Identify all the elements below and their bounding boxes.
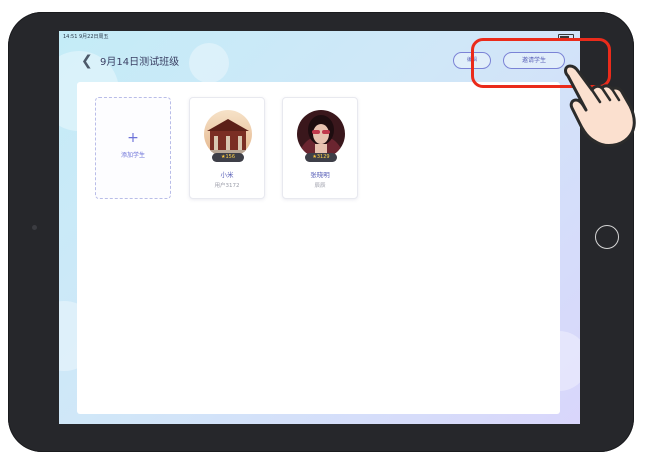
front-camera (32, 225, 37, 230)
page-title: 9月14日测试班级 (100, 57, 180, 68)
add-student-card[interactable]: + 添加学生 (95, 97, 171, 199)
hand-pointer-icon (556, 62, 642, 154)
student-card[interactable]: ★156 小米 用户3172 (189, 97, 265, 199)
back-chevron-icon[interactable]: ❮ (81, 54, 93, 68)
student-name: 小米 (220, 171, 234, 179)
status-time-date: 14:51 9月22日周五 (63, 34, 109, 40)
student-username: 用户3172 (214, 183, 240, 189)
avatar (297, 110, 345, 158)
add-student-label: 添加学生 (120, 152, 145, 159)
plus-icon: + (127, 130, 139, 146)
app-screen: 14:51 9月22日周五 ❮ 9月14日测试班级 编辑 邀请学生 + 添加学生 (59, 31, 580, 424)
star-count-badge: ★3129 (305, 153, 337, 162)
student-card[interactable]: ★3129 张晓明 辰辰 (282, 97, 358, 199)
star-count: 156 (225, 154, 236, 160)
star-count: 3129 (316, 154, 330, 160)
student-username: 辰辰 (314, 183, 326, 189)
avatar (204, 110, 252, 158)
student-name: 张晓明 (310, 171, 330, 179)
home-button[interactable] (595, 225, 619, 249)
student-list-panel: + 添加学生 ★156 小米 用户3172 ★3129 张晓明 辰辰 (77, 82, 560, 414)
star-count-badge: ★156 (212, 153, 244, 162)
